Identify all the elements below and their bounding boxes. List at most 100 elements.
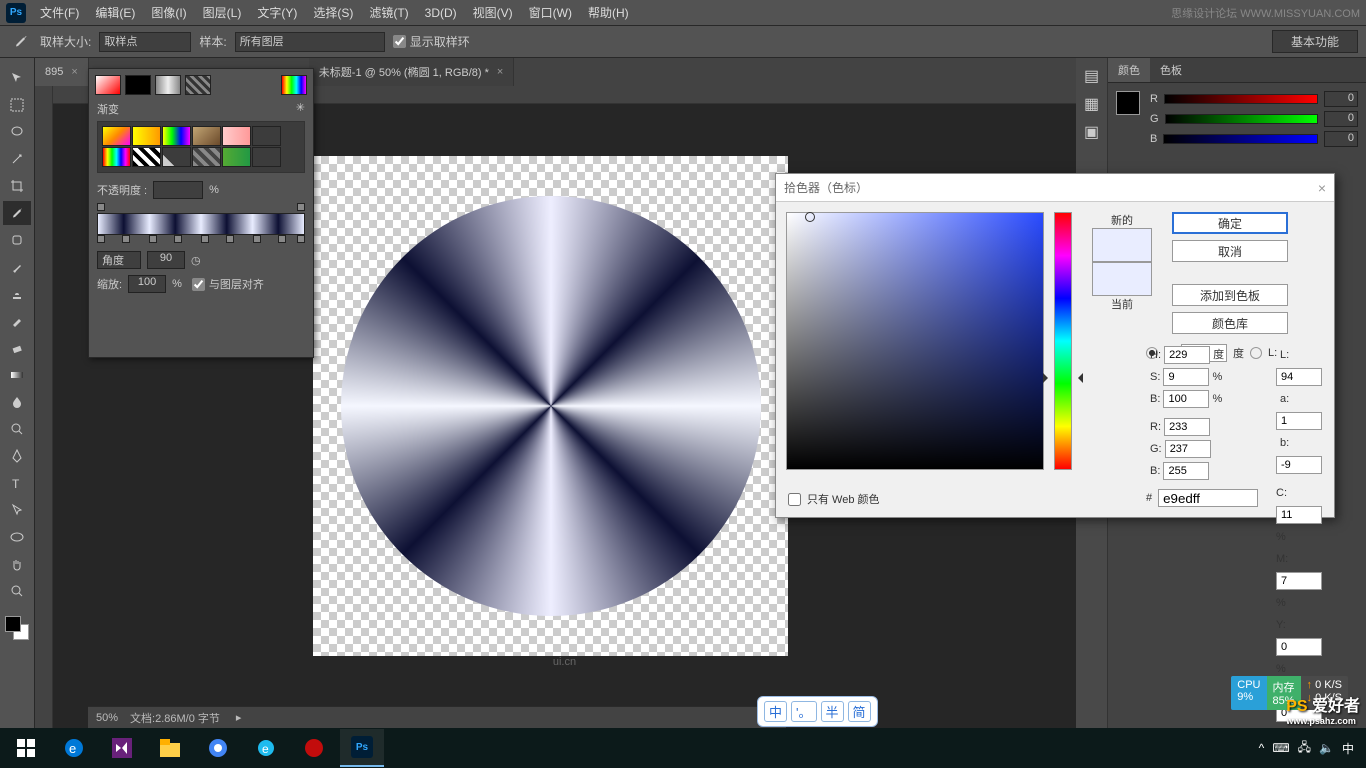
tool-lasso[interactable]: [3, 120, 31, 144]
taskbar-ie[interactable]: e: [244, 729, 288, 767]
system-tray[interactable]: ^ ⌨ 🖧 🔈 中: [1259, 738, 1362, 759]
picker-titlebar[interactable]: 拾色器（色标） ×: [776, 174, 1334, 202]
gradient-preset[interactable]: [252, 147, 281, 167]
grad-type-reflected[interactable]: [155, 75, 181, 95]
taskbar-edge[interactable]: e: [52, 729, 96, 767]
doc-tab-2[interactable]: 未标题-1 @ 50% (椭圆 1, RGB/8) * ×: [309, 58, 515, 86]
tool-blur[interactable]: [3, 390, 31, 414]
r-value[interactable]: 0: [1324, 91, 1358, 107]
grad-type-noise[interactable]: [185, 75, 211, 95]
menu-edit[interactable]: 编辑(E): [95, 4, 135, 21]
lab-a-input[interactable]: [1276, 412, 1322, 430]
mini-info-icon[interactable]: ▣: [1084, 122, 1099, 142]
radio-l[interactable]: [1250, 347, 1262, 359]
sv-cursor[interactable]: [805, 212, 815, 222]
add-swatch-button[interactable]: 添加到色板: [1172, 284, 1288, 306]
tray-ime-icon[interactable]: 中: [1342, 740, 1354, 757]
tab-color[interactable]: 颜色: [1108, 58, 1150, 82]
color-swatches[interactable]: [5, 616, 29, 640]
gradient-style-select[interactable]: 角度: [97, 251, 141, 269]
r-slider[interactable]: [1164, 94, 1318, 104]
show-ring-checkbox[interactable]: [393, 35, 406, 48]
zoom-level[interactable]: 50%: [96, 712, 118, 724]
tool-history-brush[interactable]: [3, 309, 31, 333]
doc-tab-1-close-icon[interactable]: ×: [71, 66, 77, 78]
tool-eraser[interactable]: [3, 336, 31, 360]
cancel-button[interactable]: 取消: [1172, 240, 1288, 262]
grad-type-solid[interactable]: [125, 75, 151, 95]
menu-window[interactable]: 窗口(W): [529, 4, 572, 21]
b-input[interactable]: [1163, 390, 1209, 408]
gradient-preset[interactable]: [192, 126, 221, 146]
tray-keyboard-icon[interactable]: ⌨: [1272, 741, 1289, 755]
h-input2[interactable]: [1164, 346, 1210, 364]
color-library-button[interactable]: 颜色库: [1172, 312, 1288, 334]
color-picker-dialog[interactable]: 拾色器（色标） × 新的 当前 确定 取消 添加到色板 颜色库 H:度 L: H…: [775, 173, 1335, 518]
tool-healing[interactable]: [3, 228, 31, 252]
gradient-preset[interactable]: [222, 147, 251, 167]
bl-input[interactable]: [1163, 462, 1209, 480]
taskbar-photoshop[interactable]: Ps: [340, 729, 384, 767]
menu-select[interactable]: 选择(S): [313, 4, 353, 21]
tab-swatches[interactable]: 色板: [1150, 58, 1192, 82]
tool-path-select[interactable]: [3, 498, 31, 522]
m-input[interactable]: [1276, 572, 1322, 590]
mini-nav-icon[interactable]: ▦: [1084, 94, 1099, 114]
align-checkbox[interactable]: [192, 278, 205, 291]
foreground-swatch[interactable]: [1116, 91, 1140, 115]
gradient-bar[interactable]: [97, 213, 305, 235]
color-stops-row[interactable]: [97, 235, 305, 245]
doc-tab-2-close-icon[interactable]: ×: [497, 66, 503, 78]
sample-size-select[interactable]: 取样点: [99, 32, 191, 52]
taskbar-explorer[interactable]: [148, 729, 192, 767]
menu-image[interactable]: 图像(I): [151, 4, 186, 21]
lab-b-input[interactable]: [1276, 456, 1322, 474]
ime-1[interactable]: 中: [764, 701, 787, 722]
tool-dodge[interactable]: [3, 417, 31, 441]
hex-input[interactable]: [1158, 489, 1258, 507]
sample-select[interactable]: 所有图层: [235, 32, 385, 52]
picker-close-icon[interactable]: ×: [1318, 180, 1326, 196]
tool-shape[interactable]: [3, 525, 31, 549]
taskbar-netease[interactable]: [292, 729, 336, 767]
artboard[interactable]: [313, 156, 788, 656]
b-value[interactable]: 0: [1324, 131, 1358, 147]
hue-slider[interactable]: [1054, 212, 1072, 470]
menu-3d[interactable]: 3D(D): [425, 6, 457, 20]
g-slider[interactable]: [1165, 114, 1318, 124]
taskbar-chromium[interactable]: [196, 729, 240, 767]
mini-histogram-icon[interactable]: ▤: [1084, 66, 1099, 86]
g-value[interactable]: 0: [1324, 111, 1358, 127]
workspace-switcher[interactable]: 基本功能: [1272, 30, 1358, 53]
tool-gradient[interactable]: [3, 363, 31, 387]
show-ring-check[interactable]: 显示取样环: [393, 33, 470, 50]
start-button[interactable]: [4, 729, 48, 767]
s-input[interactable]: [1163, 368, 1209, 386]
b-slider[interactable]: [1163, 134, 1318, 144]
opacity-input[interactable]: [153, 181, 203, 199]
tool-stamp[interactable]: [3, 282, 31, 306]
menu-file[interactable]: 文件(F): [40, 4, 79, 21]
gradient-preset[interactable]: [102, 147, 131, 167]
menu-filter[interactable]: 滤镜(T): [369, 4, 408, 21]
spectrum-icon[interactable]: [281, 75, 307, 95]
y-input[interactable]: [1276, 638, 1322, 656]
r-input[interactable]: [1164, 418, 1210, 436]
menu-help[interactable]: 帮助(H): [588, 4, 629, 21]
gradient-panel-menu-icon[interactable]: ✳: [296, 101, 305, 117]
doc-tab-1[interactable]: 895 ×: [35, 58, 89, 86]
gradient-preset[interactable]: [132, 147, 161, 167]
gradient-preset[interactable]: [102, 126, 131, 146]
gradient-preset[interactable]: [162, 147, 191, 167]
tray-network-icon[interactable]: 🖧: [1298, 738, 1311, 759]
menu-view[interactable]: 视图(V): [473, 4, 513, 21]
c-input[interactable]: [1276, 506, 1322, 524]
lab-l-input[interactable]: [1276, 368, 1322, 386]
tool-pen[interactable]: [3, 444, 31, 468]
ime-2[interactable]: '。: [791, 701, 816, 722]
tool-marquee[interactable]: [3, 93, 31, 117]
angle-dial-icon[interactable]: ◷: [191, 254, 201, 267]
gradient-preset[interactable]: [252, 126, 281, 146]
scale-input[interactable]: 100: [128, 275, 166, 293]
ime-3[interactable]: 半: [821, 701, 844, 722]
